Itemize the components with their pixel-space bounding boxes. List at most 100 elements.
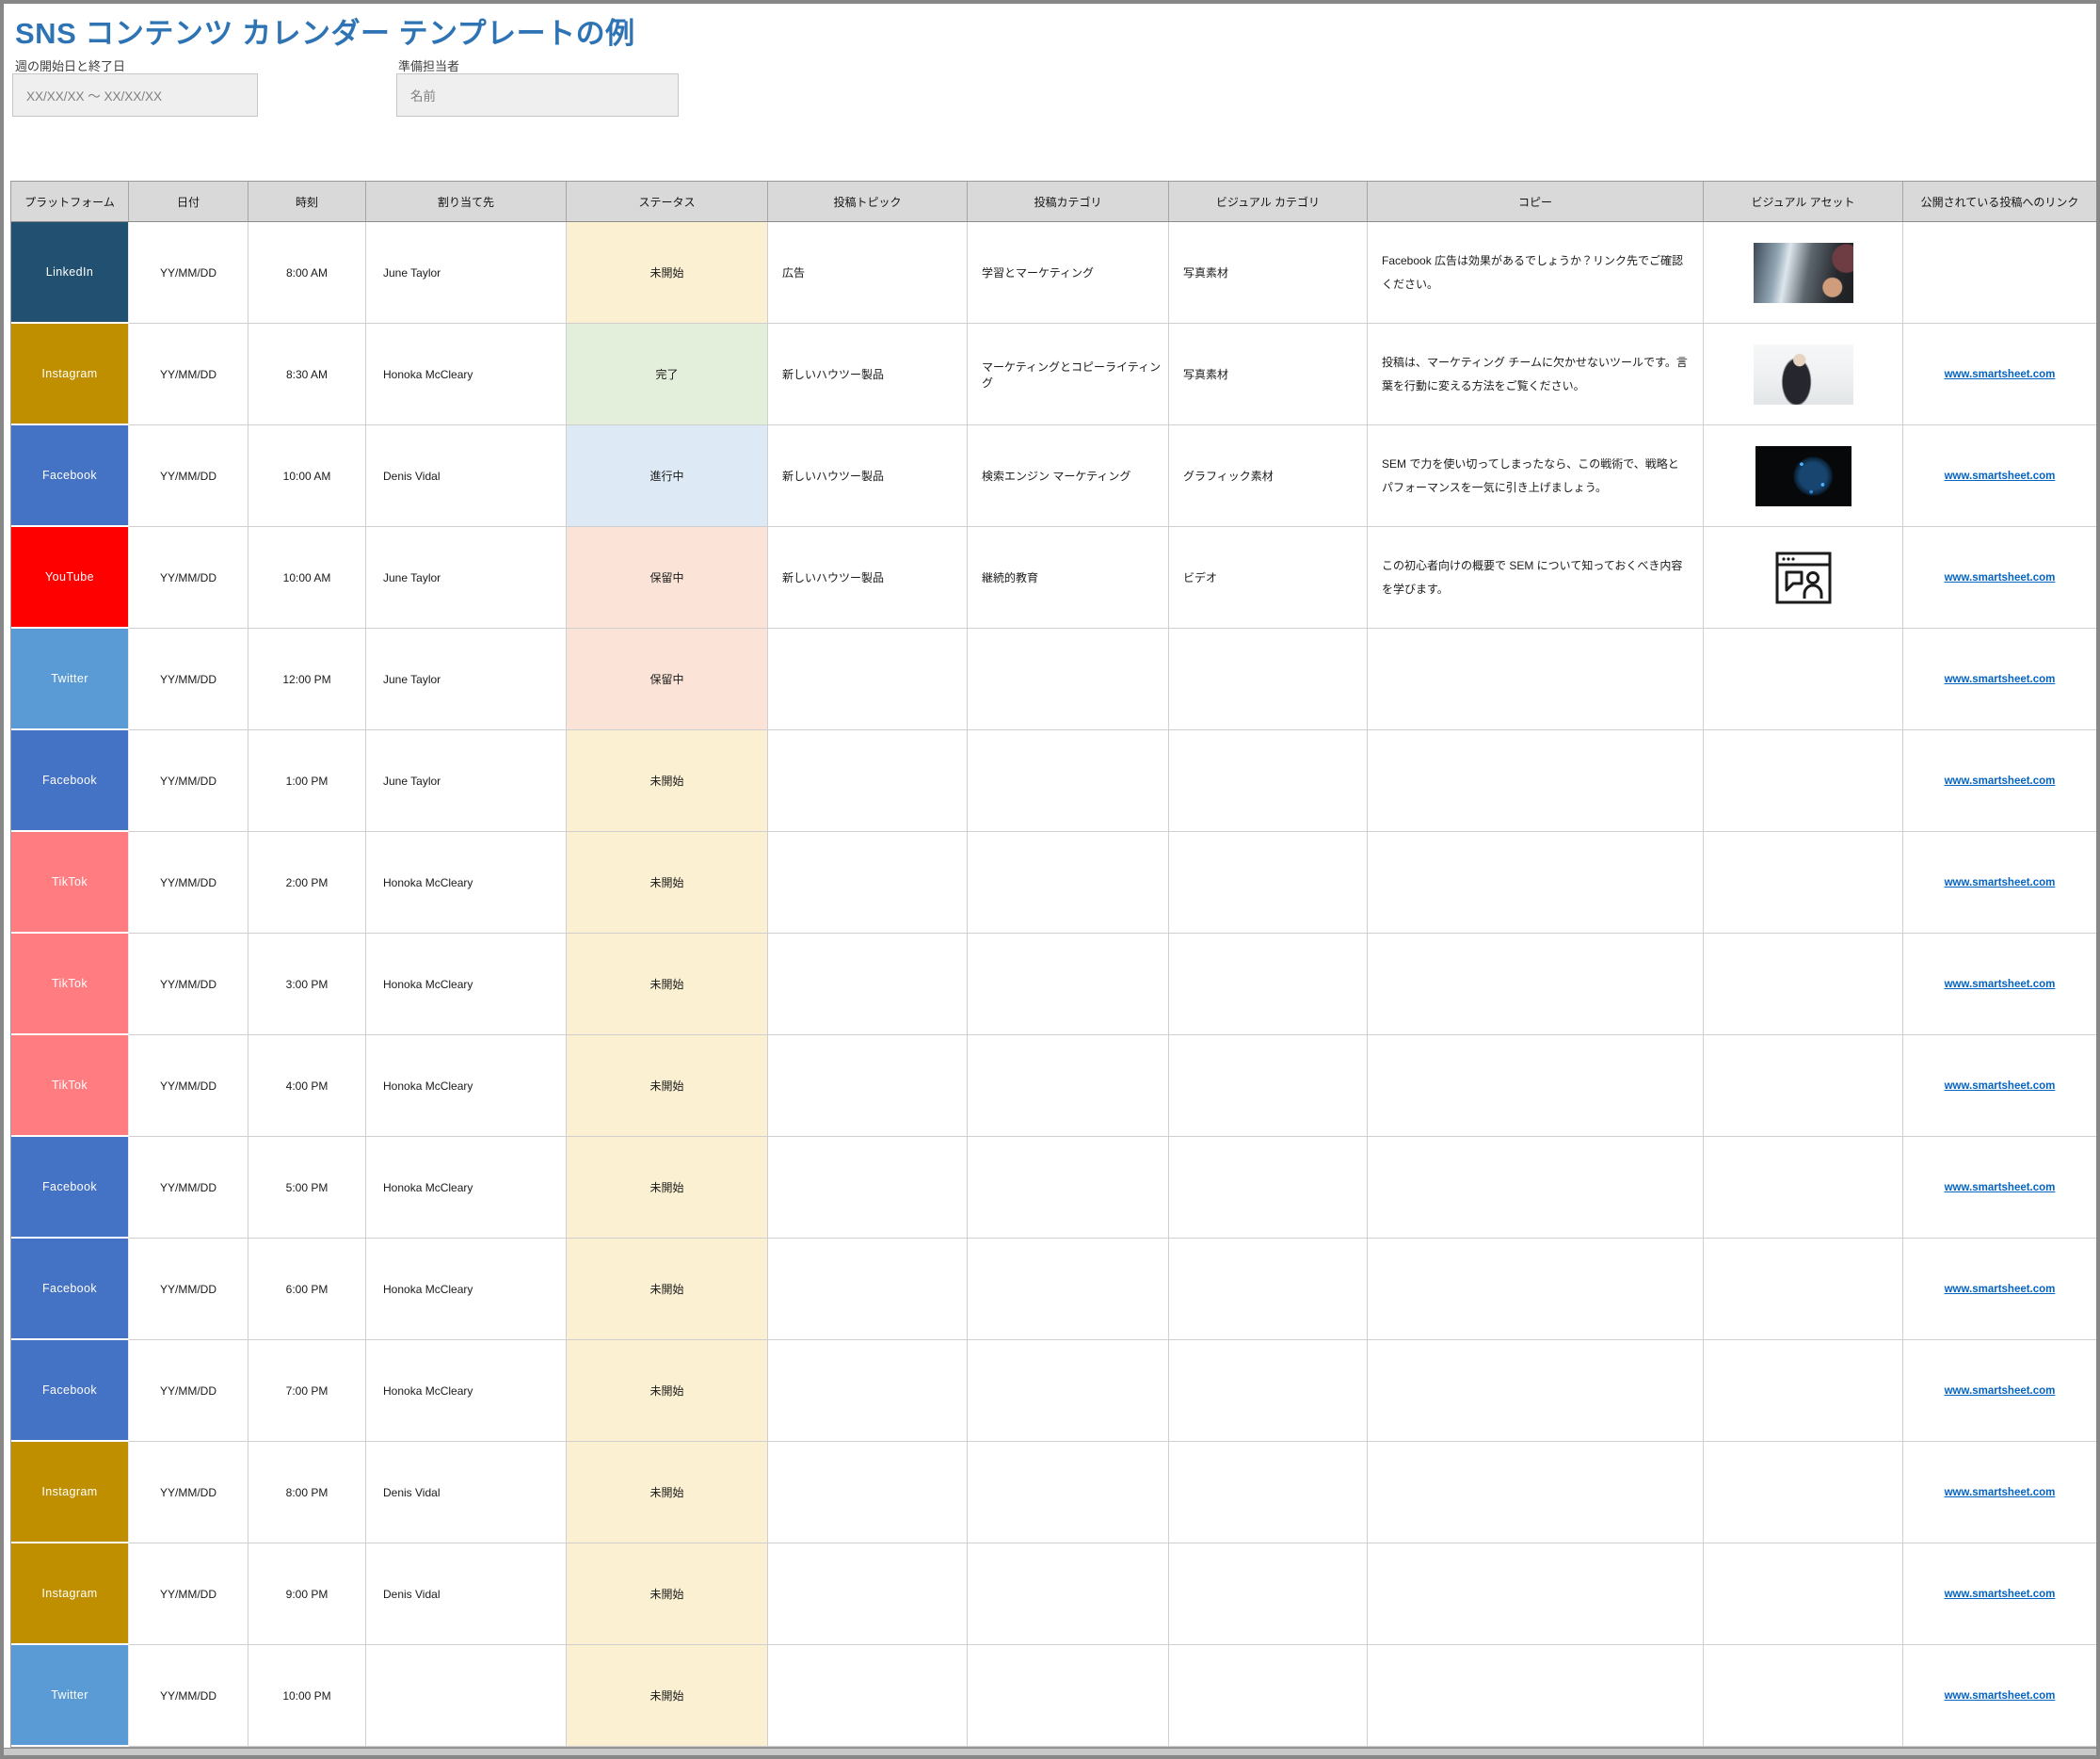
time-cell: 10:00 AM <box>248 527 366 629</box>
visual-asset-cell <box>1704 1442 1903 1543</box>
category-cell: 継続的教育 <box>968 527 1169 629</box>
owner-input[interactable]: 名前 <box>396 73 679 117</box>
date-cell: YY/MM/DD <box>129 1239 248 1340</box>
page-title: SNS コンテンツ カレンダー テンプレートの例 <box>15 9 635 52</box>
assignee-cell: Honoka McCleary <box>366 934 567 1035</box>
topic-cell <box>768 1239 968 1340</box>
table-row: FacebookYY/MM/DD7:00 PMHonoka McCleary未開… <box>11 1340 2096 1442</box>
topic-cell <box>768 1340 968 1442</box>
status-cell: 未開始 <box>567 832 768 934</box>
topic-cell <box>768 832 968 934</box>
status-cell: 未開始 <box>567 1137 768 1239</box>
date-cell: YY/MM/DD <box>129 1137 248 1239</box>
post-link[interactable]: www.smartsheet.com <box>1945 1690 2056 1702</box>
platform-cell: Facebook <box>11 1239 129 1340</box>
visual-category-cell <box>1169 629 1368 730</box>
col-header-category: 投稿カテゴリ <box>968 182 1169 221</box>
post-link-cell: www.smartsheet.com <box>1903 934 2096 1035</box>
post-link[interactable]: www.smartsheet.com <box>1945 1385 2056 1397</box>
date-cell: YY/MM/DD <box>129 1035 248 1137</box>
copy-cell: この初心者向けの概要で SEM について知っておくべき内容を学びます。 <box>1368 527 1704 629</box>
table-row: YouTubeYY/MM/DD10:00 AMJune Taylor保留中新しい… <box>11 527 2096 629</box>
post-link[interactable]: www.smartsheet.com <box>1945 1589 2056 1600</box>
topic-cell: 新しいハウツー製品 <box>768 527 968 629</box>
week-range-label: 週の開始日と終了日 <box>15 56 125 74</box>
table-row: TikTokYY/MM/DD2:00 PMHonoka McCleary未開始w… <box>11 832 2096 934</box>
status-cell: 未開始 <box>567 1543 768 1645</box>
table-row: FacebookYY/MM/DD6:00 PMHonoka McCleary未開… <box>11 1239 2096 1340</box>
network-globe-graphic <box>1755 446 1852 506</box>
post-link[interactable]: www.smartsheet.com <box>1945 471 2056 482</box>
col-header-date: 日付 <box>129 182 248 221</box>
copy-cell <box>1368 1239 1704 1340</box>
category-cell <box>968 1543 1169 1645</box>
assignee-cell: June Taylor <box>366 222 567 324</box>
assignee-cell: June Taylor <box>366 629 567 730</box>
topic-cell <box>768 1442 968 1543</box>
col-header-visual-category: ビジュアル カテゴリ <box>1169 182 1368 221</box>
post-link[interactable]: www.smartsheet.com <box>1945 877 2056 888</box>
table-row: FacebookYY/MM/DD1:00 PMJune Taylor未開始www… <box>11 730 2096 832</box>
laptop-typing-photo <box>1754 243 1853 303</box>
post-link-cell: www.smartsheet.com <box>1903 1239 2096 1340</box>
status-cell: 未開始 <box>567 1035 768 1137</box>
post-link[interactable]: www.smartsheet.com <box>1945 1182 2056 1193</box>
post-link[interactable]: www.smartsheet.com <box>1945 979 2056 990</box>
time-cell: 10:00 AM <box>248 425 366 527</box>
topic-cell <box>768 1543 968 1645</box>
visual-category-cell <box>1169 934 1368 1035</box>
platform-cell: Facebook <box>11 425 129 527</box>
time-cell: 10:00 PM <box>248 1645 366 1747</box>
visual-asset-cell <box>1704 1239 1903 1340</box>
date-cell: YY/MM/DD <box>129 222 248 324</box>
table-row: FacebookYY/MM/DD10:00 AMDenis Vidal進行中新し… <box>11 425 2096 527</box>
category-cell <box>968 934 1169 1035</box>
topic-cell: 広告 <box>768 222 968 324</box>
table-header-row: プラットフォーム 日付 時刻 割り当て先 ステータス 投稿トピック 投稿カテゴリ… <box>11 182 2096 222</box>
post-link-cell: www.smartsheet.com <box>1903 730 2096 832</box>
post-link[interactable]: www.smartsheet.com <box>1945 674 2056 685</box>
platform-cell: Instagram <box>11 324 129 425</box>
assignee-cell: Honoka McCleary <box>366 1340 567 1442</box>
post-link-cell: www.smartsheet.com <box>1903 1543 2096 1645</box>
post-link[interactable]: www.smartsheet.com <box>1945 776 2056 787</box>
platform-cell: Twitter <box>11 1645 129 1747</box>
status-cell: 未開始 <box>567 730 768 832</box>
copy-cell <box>1368 1137 1704 1239</box>
visual-category-cell <box>1169 832 1368 934</box>
visual-asset-cell <box>1704 629 1903 730</box>
category-cell <box>968 1340 1169 1442</box>
person-at-desk-photo <box>1754 344 1853 405</box>
time-cell: 6:00 PM <box>248 1239 366 1340</box>
visual-category-cell <box>1169 1645 1368 1747</box>
copy-cell: SEM で力を使い切ってしまったなら、この戦術で、戦略とパフォーマンスを一気に引… <box>1368 425 1704 527</box>
post-link[interactable]: www.smartsheet.com <box>1945 1080 2056 1092</box>
post-link-cell <box>1903 222 2096 324</box>
assignee-cell: Honoka McCleary <box>366 1035 567 1137</box>
post-link[interactable]: www.smartsheet.com <box>1945 1284 2056 1295</box>
table-row: FacebookYY/MM/DD5:00 PMHonoka McCleary未開… <box>11 1137 2096 1239</box>
platform-cell: Facebook <box>11 730 129 832</box>
copy-cell <box>1368 832 1704 934</box>
assignee-cell: Honoka McCleary <box>366 1239 567 1340</box>
post-link-cell: www.smartsheet.com <box>1903 1442 2096 1543</box>
post-link[interactable]: www.smartsheet.com <box>1945 1487 2056 1498</box>
date-cell: YY/MM/DD <box>129 1543 248 1645</box>
table-row: TikTokYY/MM/DD4:00 PMHonoka McCleary未開始w… <box>11 1035 2096 1137</box>
category-cell <box>968 1035 1169 1137</box>
visual-category-cell <box>1169 1035 1368 1137</box>
visual-category-cell: ビデオ <box>1169 527 1368 629</box>
assignee-cell <box>366 1645 567 1747</box>
copy-cell: 投稿は、マーケティング チームに欠かせないツールです。言葉を行動に変える方法をご… <box>1368 324 1704 425</box>
week-range-input[interactable]: XX/XX/XX ～ XX/XX/XX <box>12 73 258 117</box>
time-cell: 1:00 PM <box>248 730 366 832</box>
assignee-cell: Honoka McCleary <box>366 1137 567 1239</box>
date-cell: YY/MM/DD <box>129 730 248 832</box>
post-link[interactable]: www.smartsheet.com <box>1945 572 2056 584</box>
time-cell: 5:00 PM <box>248 1137 366 1239</box>
visual-asset-cell <box>1704 324 1903 425</box>
visual-category-cell <box>1169 1340 1368 1442</box>
post-link[interactable]: www.smartsheet.com <box>1945 369 2056 380</box>
assignee-cell: Denis Vidal <box>366 1442 567 1543</box>
time-cell: 12:00 PM <box>248 629 366 730</box>
